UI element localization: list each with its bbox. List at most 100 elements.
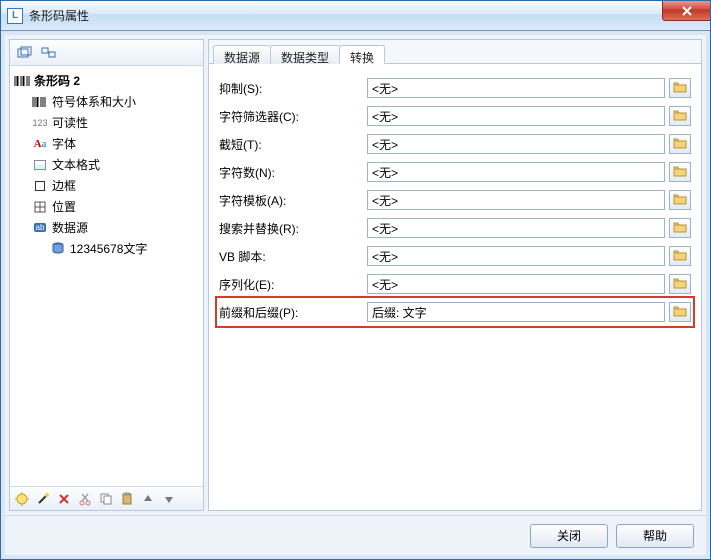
tree-item-border[interactable]: 边框 — [30, 175, 201, 196]
form-input[interactable] — [367, 106, 665, 126]
form-input[interactable] — [367, 274, 665, 294]
close-button[interactable] — [662, 1, 710, 21]
form-input[interactable] — [367, 134, 665, 154]
form-input[interactable] — [367, 246, 665, 266]
right-panel: 数据源 数据类型 转换 抑制(S): 字符筛选器(C): 截短(T):字符数(N):… — [208, 39, 702, 511]
database-icon — [50, 241, 66, 257]
tree-root[interactable]: 条形码 2 — [12, 70, 201, 91]
form-row: 抑制(S): — [219, 74, 691, 102]
form-label: 抑制(S): — [219, 80, 367, 97]
tree-item-position[interactable]: 位置 — [30, 196, 201, 217]
number-icon: 123 — [32, 115, 48, 131]
tree-item-label: 可读性 — [52, 114, 88, 131]
border-icon — [32, 178, 48, 194]
cut-icon[interactable] — [75, 489, 95, 509]
close-dialog-button[interactable]: 关闭 — [530, 524, 608, 548]
form-browse-button[interactable] — [669, 78, 691, 98]
tree-item-datasource[interactable]: ab 数据源 — [30, 217, 201, 238]
position-icon — [32, 199, 48, 215]
folder-icon — [673, 165, 687, 180]
left-panel: 条形码 2 符号体系和大小 123 可读性 — [9, 39, 204, 511]
button-label: 帮助 — [643, 527, 667, 544]
form-browse-button[interactable] — [669, 218, 691, 238]
wizard-icon[interactable] — [33, 489, 53, 509]
tab-content: 抑制(S): 字符筛选器(C): 截短(T):字符数(N): 字符模板(A): 搜索并替… — [209, 64, 701, 510]
form-label: 字符筛选器(C): — [219, 108, 367, 125]
toolbar-icon-1[interactable] — [14, 43, 36, 63]
form-row: 字符模板(A): — [219, 186, 691, 214]
form-row: VB 脚本: — [219, 242, 691, 270]
form-label: 前缀和后缀(P): — [219, 304, 367, 321]
app-icon: L — [7, 8, 23, 24]
form-input[interactable] — [367, 190, 665, 210]
moveup-icon[interactable] — [138, 489, 158, 509]
tree-item-symbol[interactable]: 符号体系和大小 — [30, 91, 201, 112]
new-icon[interactable] — [12, 489, 32, 509]
tab-label: 数据源 — [224, 51, 260, 65]
form-row: 搜索并替换(R): — [219, 214, 691, 242]
form-browse-button[interactable] — [669, 274, 691, 294]
font-icon: Aa — [32, 136, 48, 152]
form-label: 序列化(E): — [219, 276, 367, 293]
form-browse-button[interactable] — [669, 134, 691, 154]
tree-item-label: 符号体系和大小 — [52, 93, 136, 110]
close-icon — [681, 5, 693, 17]
tab-datatype[interactable]: 数据类型 — [270, 45, 340, 64]
left-toolbar — [10, 40, 203, 66]
button-label: 关闭 — [557, 527, 581, 544]
form-row: 字符数(N): — [219, 158, 691, 186]
folder-icon — [673, 221, 687, 236]
tree-item-label: 12345678文字 — [70, 240, 147, 257]
folder-icon — [673, 137, 687, 152]
form-input[interactable] — [367, 218, 665, 238]
tree-item-font[interactable]: Aa 字体 — [30, 133, 201, 154]
tab-transform[interactable]: 转换 — [339, 45, 385, 64]
tree-item-datasource-child[interactable]: 12345678文字 — [48, 238, 201, 259]
paste-icon[interactable] — [117, 489, 137, 509]
barcode-icon — [32, 94, 48, 110]
tree-item-label: 文本格式 — [52, 156, 100, 173]
tree-root-label: 条形码 2 — [34, 72, 80, 89]
tree-item-label: 字体 — [52, 135, 76, 152]
folder-icon — [673, 81, 687, 96]
tree-item-label: 边框 — [52, 177, 76, 194]
tab-label: 数据类型 — [281, 51, 329, 65]
tree-children: 符号体系和大小 123 可读性 Aa 字体 文本格式 — [30, 91, 201, 259]
form-label: 搜索并替换(R): — [219, 220, 367, 237]
form-input[interactable] — [367, 78, 665, 98]
folder-icon — [673, 109, 687, 124]
toolbar-icon-2[interactable] — [38, 43, 60, 63]
form-label: 字符模板(A): — [219, 192, 367, 209]
left-bottom-toolbar — [10, 486, 203, 510]
form-row: 序列化(E): — [219, 270, 691, 298]
form-row: 截短(T): — [219, 130, 691, 158]
datasource-icon: ab — [32, 220, 48, 236]
tree-item-textformat[interactable]: 文本格式 — [30, 154, 201, 175]
folder-icon — [673, 193, 687, 208]
textformat-icon — [32, 157, 48, 173]
copy-icon[interactable] — [96, 489, 116, 509]
help-button[interactable]: 帮助 — [616, 524, 694, 548]
form-browse-button[interactable] — [669, 162, 691, 182]
tab-datasource[interactable]: 数据源 — [213, 45, 271, 64]
form-browse-button[interactable] — [669, 246, 691, 266]
barcode-icon — [14, 73, 30, 89]
movedown-icon[interactable] — [159, 489, 179, 509]
window-title: 条形码属性 — [29, 7, 89, 24]
form-row: 字符筛选器(C): — [219, 102, 691, 130]
form-input[interactable] — [367, 162, 665, 182]
titlebar: L 条形码属性 — [1, 1, 710, 31]
client-area: 条形码 2 符号体系和大小 123 可读性 — [1, 31, 710, 559]
form-browse-button[interactable] — [669, 106, 691, 126]
delete-icon[interactable] — [54, 489, 74, 509]
tree-item-label: 位置 — [52, 198, 76, 215]
tree-item-readability[interactable]: 123 可读性 — [30, 112, 201, 133]
tab-label: 转换 — [350, 51, 374, 65]
form-input[interactable] — [367, 302, 665, 322]
form-browse-button[interactable] — [669, 190, 691, 210]
window: L 条形码属性 — [0, 0, 711, 560]
tree-children-2: 12345678文字 — [48, 238, 201, 259]
dialog-buttons: 关闭 帮助 — [5, 515, 706, 555]
folder-icon — [673, 249, 687, 264]
form-browse-button[interactable] — [669, 302, 691, 322]
